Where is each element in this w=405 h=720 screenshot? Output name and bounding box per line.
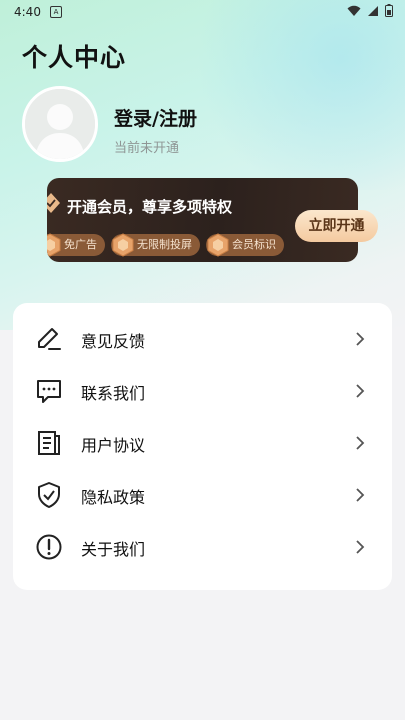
chevron-right-icon [356,332,365,346]
login-register-link[interactable]: 登录/注册 [114,104,197,131]
wifi-icon [347,5,361,16]
status-time: 4:40 [14,5,41,19]
vip-crown-badge-icon [47,193,60,213]
member-status-text: 当前未开通 [114,141,180,156]
menu-item-label: 意见反馈 [81,332,146,351]
vip-perks: 免广告 无限制投屏 会员标识 [47,233,284,257]
status-icons [347,4,393,17]
perk-hexagon-icon [112,233,134,257]
chat-icon [37,380,61,403]
menu-card: 意见反馈 联系我们 用户协议 隐私政策 关于我们 [13,303,392,590]
avatar[interactable] [22,86,98,162]
perk-label: 无限制投屏 [137,238,192,251]
status-bar: 4:40 A [0,0,405,24]
menu-item-contact[interactable]: 联系我们 [13,365,392,417]
info-circle-icon [36,534,62,560]
chevron-right-icon [356,488,365,502]
battery-icon [385,4,393,17]
perk-member-badge: 会员标识 [206,233,284,257]
chevron-right-icon [356,384,365,398]
default-avatar-icon [25,89,95,159]
page-title: 个人中心 [22,43,127,72]
menu-item-feedback[interactable]: 意见反馈 [13,313,392,365]
edit-pen-icon [38,328,61,350]
perk-no-ads: 免广告 [47,233,105,257]
notification-icon: A [50,6,62,18]
menu-item-label: 关于我们 [81,540,146,559]
open-membership-button[interactable]: 立即开通 [295,210,378,242]
menu-item-label: 用户协议 [81,436,146,455]
menu-item-label: 隐私政策 [81,488,146,507]
signal-icon [368,5,378,16]
perk-hexagon-icon [47,233,61,257]
shield-check-icon [38,482,60,508]
menu-item-label: 联系我们 [81,384,146,403]
menu-item-about-us[interactable]: 关于我们 [13,521,392,573]
chevron-right-icon [356,436,365,450]
perk-hexagon-icon [207,233,229,257]
menu-item-user-agreement[interactable]: 用户协议 [13,417,392,469]
menu-item-privacy-policy[interactable]: 隐私政策 [13,469,392,521]
perk-unlimited-cast: 无限制投屏 [111,233,200,257]
perk-label: 免广告 [64,238,97,251]
document-icon [38,431,60,455]
perk-label: 会员标识 [232,238,276,251]
vip-title: 开通会员，尊享多项特权 [67,198,233,216]
chevron-right-icon [356,540,365,554]
